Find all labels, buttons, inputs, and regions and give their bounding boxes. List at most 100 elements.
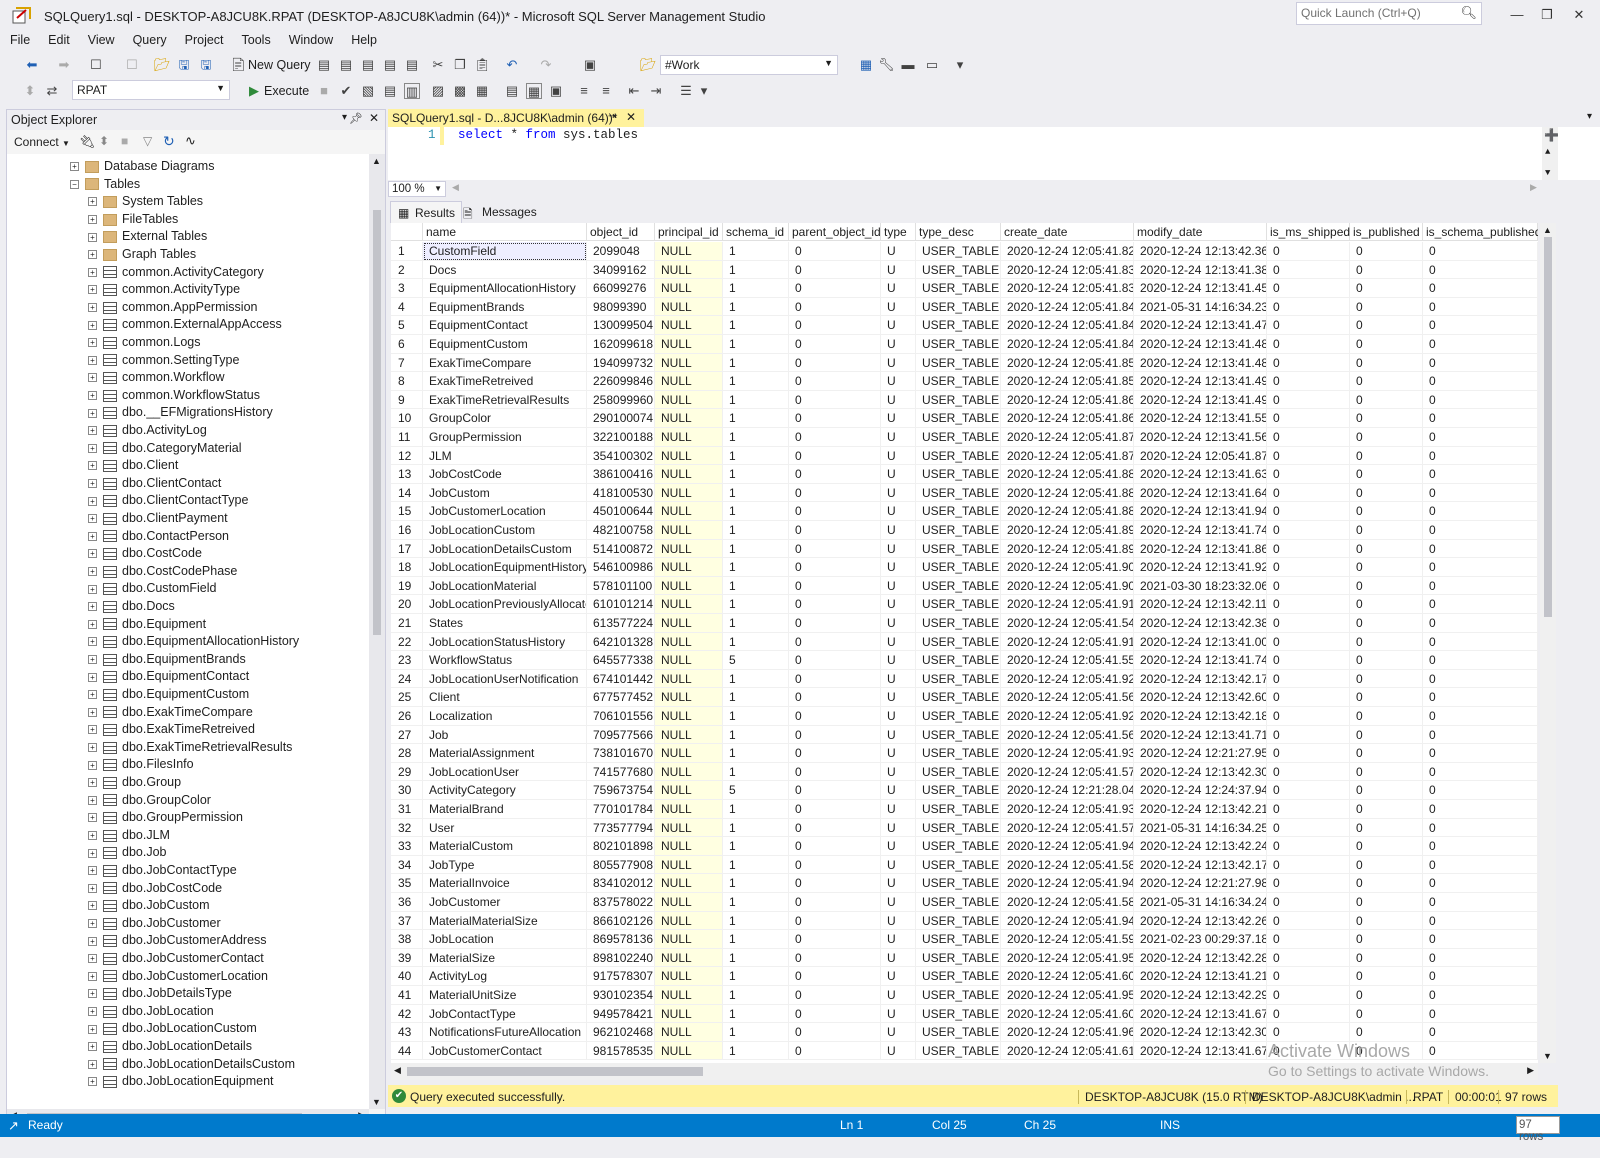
grid-cell[interactable]: USER_TABLE	[916, 688, 1001, 707]
grid-cell[interactable]: USER_TABLE	[916, 837, 1001, 856]
grid-cell[interactable]: U	[881, 948, 916, 968]
grid-cell[interactable]: 773577794	[587, 818, 655, 838]
grid-cell[interactable]: 1	[723, 502, 789, 521]
row-number-cell[interactable]: 33	[391, 837, 423, 856]
grid-cell[interactable]: 2020-12-24 12:05:41.960	[1001, 1023, 1134, 1042]
grid-cell[interactable]: 1	[723, 818, 789, 838]
table-row[interactable]: 29 JobLocationUser 741577680 NULL 1 0 U USER_TA…	[391, 762, 1538, 782]
dax-query-icon[interactable]: ▤	[404, 57, 420, 73]
grid-cell[interactable]: 2020-12-24 12:13:42.607	[1134, 688, 1267, 707]
grid-cell[interactable]: 1	[723, 967, 789, 986]
expand-icon[interactable]: +	[88, 496, 97, 506]
grid-cell[interactable]: 759673754	[587, 781, 655, 800]
grid-cell[interactable]: USER_TABLE	[916, 893, 1001, 912]
row-number-cell[interactable]: 42	[391, 1004, 423, 1024]
grid-cell[interactable]: 930102354	[587, 986, 655, 1005]
grid-cell[interactable]: 0	[789, 409, 881, 428]
grid-cell[interactable]: 869578136	[587, 930, 655, 949]
grid-cell[interactable]: 0	[1350, 614, 1423, 633]
grid-cell[interactable]: 0	[789, 558, 881, 577]
row-number-cell[interactable]: 43	[391, 1023, 423, 1042]
grid-cell[interactable]: 1	[723, 446, 789, 466]
connect-plug-icon[interactable]: 🔌︎	[79, 134, 96, 150]
grid-cell[interactable]: U	[881, 725, 916, 745]
tree-table-node[interactable]: + dbo.CategoryMaterial	[88, 439, 242, 457]
window-position-icon[interactable]: ▾	[342, 112, 347, 123]
table-row[interactable]: 13 JobCostCode 386100416 NULL 1 0 U USER_TABLE 2…	[391, 465, 1538, 484]
expand-icon[interactable]: +	[88, 637, 97, 647]
grid-cell[interactable]: 0	[789, 614, 881, 633]
expand-icon[interactable]: +	[88, 655, 97, 664]
grid-cell[interactable]: 0	[1423, 409, 1538, 428]
column-header[interactable]: create_date	[1001, 223, 1134, 241]
table-row[interactable]: 38 JobLocation 869578136 NULL 1 0 U USER_TABLE 2…	[391, 930, 1538, 949]
table-row[interactable]: 23 WorkflowStatus 645577338 NULL 5 0 U USER_TAB…	[391, 651, 1538, 670]
table-row[interactable]: 18 JobLocationEquipmentHistory 546100986 NU…	[391, 558, 1538, 577]
grid-cell[interactable]: NULL	[655, 279, 723, 298]
grid-cell[interactable]: 0	[1423, 967, 1538, 986]
table-row[interactable]: 28 MaterialAssignment 738101670 NULL 1 0 U USER…	[391, 744, 1538, 763]
expand-icon[interactable]: +	[88, 250, 97, 260]
grid-cell[interactable]: 1	[723, 1041, 789, 1061]
grid-cell[interactable]: USER_TABLE	[916, 390, 1001, 410]
grid-cell[interactable]: 450100644	[587, 502, 655, 521]
table-row[interactable]: 43 NotificationsFutureAllocation 962102468…	[391, 1023, 1538, 1042]
grid-cell[interactable]: U	[881, 781, 916, 800]
grid-cell[interactable]: 0	[1267, 893, 1350, 912]
grid-cell[interactable]: 1	[723, 930, 789, 949]
grid-cell[interactable]: 2020-12-24 12:13:42.170	[1134, 669, 1267, 689]
close-panel-icon[interactable]: ✕	[369, 111, 379, 125]
grid-cell[interactable]: U	[881, 688, 916, 707]
grid-cell[interactable]: 0	[789, 316, 881, 335]
grid-cell[interactable]: 2020-12-24 12:05:41.880	[1001, 465, 1134, 484]
grid-cell[interactable]: 709577566	[587, 725, 655, 745]
grid-cell[interactable]: 0	[1267, 297, 1350, 317]
column-header[interactable]: parent_object_id	[789, 223, 881, 241]
grid-cell[interactable]: 613577224	[587, 614, 655, 633]
execute-button[interactable]: Execute	[264, 84, 309, 98]
grid-cell[interactable]: 0	[1350, 428, 1423, 447]
expand-icon[interactable]: +	[88, 778, 97, 788]
grid-cell[interactable]: 0	[1423, 762, 1538, 782]
grid-cell[interactable]: 738101670	[587, 744, 655, 763]
grid-cell[interactable]: 0	[1350, 725, 1423, 745]
grid-cell[interactable]: 98099390	[587, 297, 655, 317]
grid-cell[interactable]: 2020-12-24 12:13:42.247	[1134, 837, 1267, 856]
tree-table-node[interactable]: + dbo.JobCustom	[88, 896, 210, 914]
table-row[interactable]: 12 JLM 354100302 NULL 1 0 U USER_TABLE 2020-12-2…	[391, 446, 1538, 466]
tree-table-node[interactable]: + dbo.ExakTimeCompare	[88, 703, 253, 721]
debug-target-icon[interactable]: ▣	[582, 57, 598, 73]
grid-cell[interactable]: U	[881, 576, 916, 596]
grid-cell[interactable]: 0	[789, 1041, 881, 1061]
grid-cell[interactable]: MaterialUnitSize	[423, 986, 587, 1005]
grid-cell[interactable]: 1	[723, 316, 789, 335]
grid-cell[interactable]: 2020-12-24 12:13:42.383	[1134, 614, 1267, 633]
expand-icon[interactable]: +	[88, 707, 97, 717]
grid-cell[interactable]: NULL	[655, 558, 723, 577]
grid-cell[interactable]: U	[881, 521, 916, 540]
row-number-cell[interactable]: 44	[391, 1041, 423, 1061]
grid-cell[interactable]: MaterialAssignment	[423, 744, 587, 763]
actual-plan-icon[interactable]: ▨	[430, 83, 446, 99]
grid-cell[interactable]: 962102468	[587, 1023, 655, 1042]
results-to-text-mode-icon[interactable]: ▤	[504, 83, 520, 99]
tab-messages[interactable]: 🗎︎ Messages	[458, 201, 543, 223]
table-row[interactable]: 15 JobCustomerLocation 450100644 NULL 1 0 U USE…	[391, 502, 1538, 521]
grid-cell[interactable]: 834102012	[587, 874, 655, 893]
grid-cell[interactable]: 1	[723, 390, 789, 410]
command-window-icon[interactable]: ▭	[924, 57, 940, 73]
grid-cell[interactable]: 2020-12-24 12:05:41.610	[1001, 1041, 1134, 1061]
tree-table-node[interactable]: + dbo.JobLocation	[88, 1002, 214, 1020]
grid-cell[interactable]: JobLocationUser	[423, 762, 587, 782]
menu-window[interactable]: Window	[280, 32, 342, 48]
table-row[interactable]: 42 JobContactType 949578421 NULL 1 0 U USER_TAB…	[391, 1004, 1538, 1024]
grid-cell[interactable]: 0	[1423, 353, 1538, 373]
object-explorer-vertical-scrollbar[interactable]: ▲ ▼	[369, 154, 385, 1109]
grid-cell[interactable]: 0	[1267, 930, 1350, 949]
table-row[interactable]: 4 EquipmentBrands 98099390 NULL 1 0 U USER_TABL…	[391, 297, 1538, 317]
grid-cell[interactable]: U	[881, 1004, 916, 1024]
grid-cell[interactable]: 0	[1267, 465, 1350, 484]
live-stats-icon[interactable]: ▩	[452, 83, 468, 99]
results-to-file-icon[interactable]: ▣	[548, 83, 564, 99]
grid-cell[interactable]: USER_TABLE	[916, 800, 1001, 819]
